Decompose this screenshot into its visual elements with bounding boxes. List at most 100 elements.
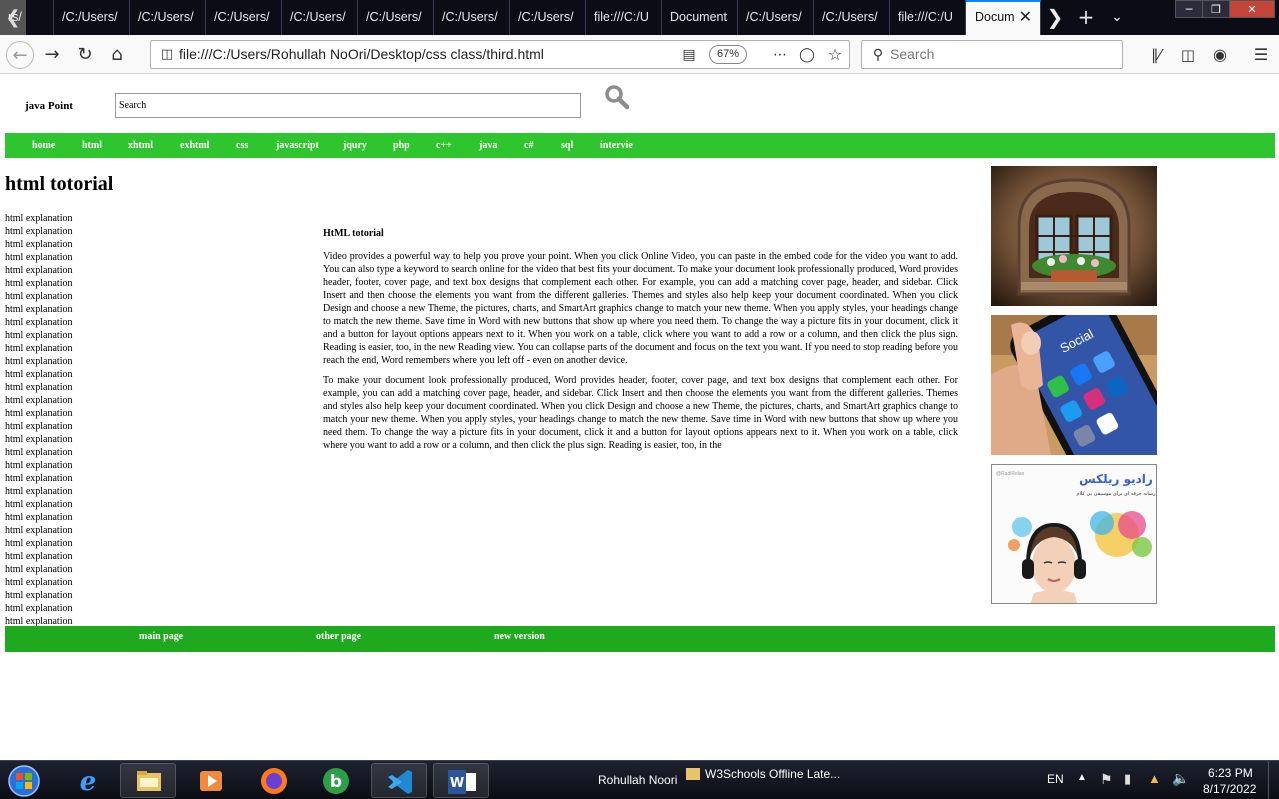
browser-tab[interactable]: Docum ✕ — [966, 0, 1041, 35]
sidebar-item[interactable]: html explanation — [5, 524, 105, 537]
internet-explorer-icon[interactable]: e — [60, 763, 116, 798]
browser-tab[interactable]: /C:/Users/ — [814, 0, 890, 35]
browser-b-icon[interactable]: b — [308, 763, 364, 798]
library-icon[interactable]: ∥⁄ — [1142, 41, 1170, 69]
browser-tab[interactable]: /C:/Users/ — [54, 0, 130, 35]
folder-icon[interactable] — [686, 768, 700, 780]
browser-tab[interactable]: /C:/Users/ — [282, 0, 358, 35]
home-icon[interactable]: ⌂ — [103, 41, 131, 69]
sidebar-item[interactable]: html explanation — [5, 355, 105, 368]
sidebar-item[interactable]: html explanation — [5, 550, 105, 563]
sidebar-item[interactable]: html explanation — [5, 290, 105, 303]
word-icon[interactable]: W — [433, 763, 489, 798]
media-player-icon[interactable] — [183, 763, 239, 798]
account-icon[interactable]: ◉ — [1206, 41, 1234, 69]
menu-item-c[interactable]: c# — [524, 133, 533, 158]
sidebar-item[interactable]: html explanation — [5, 225, 105, 238]
sidebar-item[interactable]: html explanation — [5, 277, 105, 290]
sidebar-item[interactable]: html explanation — [5, 511, 105, 524]
menu-item-javascript[interactable]: javascript — [276, 133, 319, 158]
sidebar-item[interactable]: html explanation — [5, 472, 105, 485]
menu-hamburger-icon[interactable]: ☰ — [1247, 41, 1275, 69]
sidebar-item[interactable]: html explanation — [5, 238, 105, 251]
menu-item-home[interactable]: home — [32, 133, 55, 158]
network-icon[interactable]: ▲ — [1148, 771, 1161, 786]
browser-tab[interactable]: rs/ — [0, 0, 54, 35]
menu-item-css[interactable]: css — [236, 133, 248, 158]
address-bar[interactable]: ◫ file:///C:/Users/Rohullah NoOri/Deskto… — [150, 40, 850, 69]
menu-item-php[interactable]: php — [393, 133, 410, 158]
menu-item-java[interactable]: java — [479, 133, 497, 158]
close-window-button[interactable]: ✕ — [1229, 0, 1275, 18]
forward-icon[interactable]: → — [38, 41, 66, 69]
browser-tab[interactable]: Document — [662, 0, 738, 35]
browser-tab[interactable]: /C:/Users/ — [738, 0, 814, 35]
file-explorer-icon[interactable] — [120, 763, 176, 798]
footer-link[interactable]: new version — [494, 626, 545, 648]
show-desktop-button[interactable] — [1268, 761, 1279, 799]
tab-scroll-right-icon[interactable]: ❯ — [1042, 0, 1068, 35]
sidebar-item[interactable]: html explanation — [5, 264, 105, 277]
menu-item-sql[interactable]: sql — [561, 133, 573, 158]
taskbar-window-title[interactable]: W3Schools Offline Late... — [705, 767, 840, 781]
zoom-level-badge[interactable]: 67% — [709, 45, 747, 64]
sidebar-item[interactable]: html explanation — [5, 394, 105, 407]
site-brand[interactable]: java Point — [25, 100, 73, 112]
menu-item-xhtml[interactable]: xhtml — [128, 133, 153, 158]
browser-tab[interactable]: file:///C:/U — [586, 0, 662, 35]
vscode-icon[interactable] — [371, 763, 427, 798]
sidebar-item[interactable]: html explanation — [5, 485, 105, 498]
sidebar-item[interactable]: html explanation — [5, 446, 105, 459]
menu-item-html[interactable]: html — [82, 133, 102, 158]
sidebar-item[interactable]: html explanation — [5, 615, 105, 626]
sidebar-item[interactable]: html explanation — [5, 563, 105, 576]
browser-tab[interactable]: file:///C:/U — [890, 0, 966, 35]
browser-tab[interactable]: /C:/Users/ — [130, 0, 206, 35]
magnifier-icon[interactable] — [604, 84, 630, 110]
sidebar-item[interactable]: html explanation — [5, 342, 105, 355]
start-button[interactable] — [2, 763, 46, 798]
sidebar-item[interactable]: html explanation — [5, 537, 105, 550]
sidebar-item[interactable]: html explanation — [5, 329, 105, 342]
sidebar-item[interactable]: html explanation — [5, 459, 105, 472]
browser-tab[interactable]: /C:/Users/ — [358, 0, 434, 35]
sidebar-item[interactable]: html explanation — [5, 303, 105, 316]
menu-item-exhtml[interactable]: exhtml — [180, 133, 209, 158]
new-tab-button[interactable]: + — [1072, 0, 1100, 35]
pocket-icon[interactable]: ◯ — [793, 41, 821, 69]
flag-icon[interactable]: ⚑ — [1100, 771, 1113, 788]
site-search-input[interactable] — [115, 93, 581, 118]
language-indicator[interactable]: EN — [1047, 772, 1064, 786]
clock-date[interactable]: 8/17/2022 — [1203, 782, 1256, 796]
bookmark-star-icon[interactable]: ☆ — [821, 41, 849, 69]
clock-time[interactable]: 6:23 PM — [1208, 766, 1253, 780]
back-icon[interactable]: ← — [6, 41, 34, 69]
close-tab-icon[interactable]: ✕ — [1019, 2, 1032, 33]
sidebar-item[interactable]: html explanation — [5, 498, 105, 511]
footer-link[interactable]: other page — [316, 626, 361, 648]
page-actions-icon[interactable]: ⋯ — [766, 41, 794, 69]
url-text[interactable]: file:///C:/Users/Rohullah NoOri/Desktop/… — [179, 41, 544, 68]
browser-tab[interactable]: /C:/Users/ — [206, 0, 282, 35]
sidebar-item[interactable]: html explanation — [5, 251, 105, 264]
sidebar-item[interactable]: html explanation — [5, 368, 105, 381]
reader-view-icon[interactable]: ▤ — [675, 41, 703, 69]
minimize-window-button[interactable]: ─ — [1175, 0, 1203, 18]
sidebar-item[interactable]: html explanation — [5, 407, 105, 420]
restore-window-button[interactable]: ❐ — [1202, 0, 1230, 18]
browser-tab[interactable]: /C:/Users/ — [434, 0, 510, 35]
menu-item-c[interactable]: c++ — [436, 133, 452, 158]
sidebar-toggle-icon[interactable]: ◫ — [1174, 41, 1202, 69]
sidebar-item[interactable]: html explanation — [5, 589, 105, 602]
footer-link[interactable]: main page — [139, 626, 183, 648]
volume-icon[interactable]: 🔈 — [1172, 770, 1189, 787]
sidebar-item[interactable]: html explanation — [5, 602, 105, 615]
sidebar-item[interactable]: html explanation — [5, 316, 105, 329]
show-hidden-icons-icon[interactable]: ▲ — [1077, 772, 1087, 783]
sidebar-item[interactable]: html explanation — [5, 212, 105, 225]
menu-item-jqury[interactable]: jqury — [343, 133, 367, 158]
list-all-tabs-icon[interactable]: ⌄ — [1104, 0, 1130, 35]
browser-tab[interactable]: /C:/Users/ — [510, 0, 586, 35]
battery-icon[interactable]: ▮ — [1124, 771, 1131, 787]
sidebar-item[interactable]: html explanation — [5, 576, 105, 589]
